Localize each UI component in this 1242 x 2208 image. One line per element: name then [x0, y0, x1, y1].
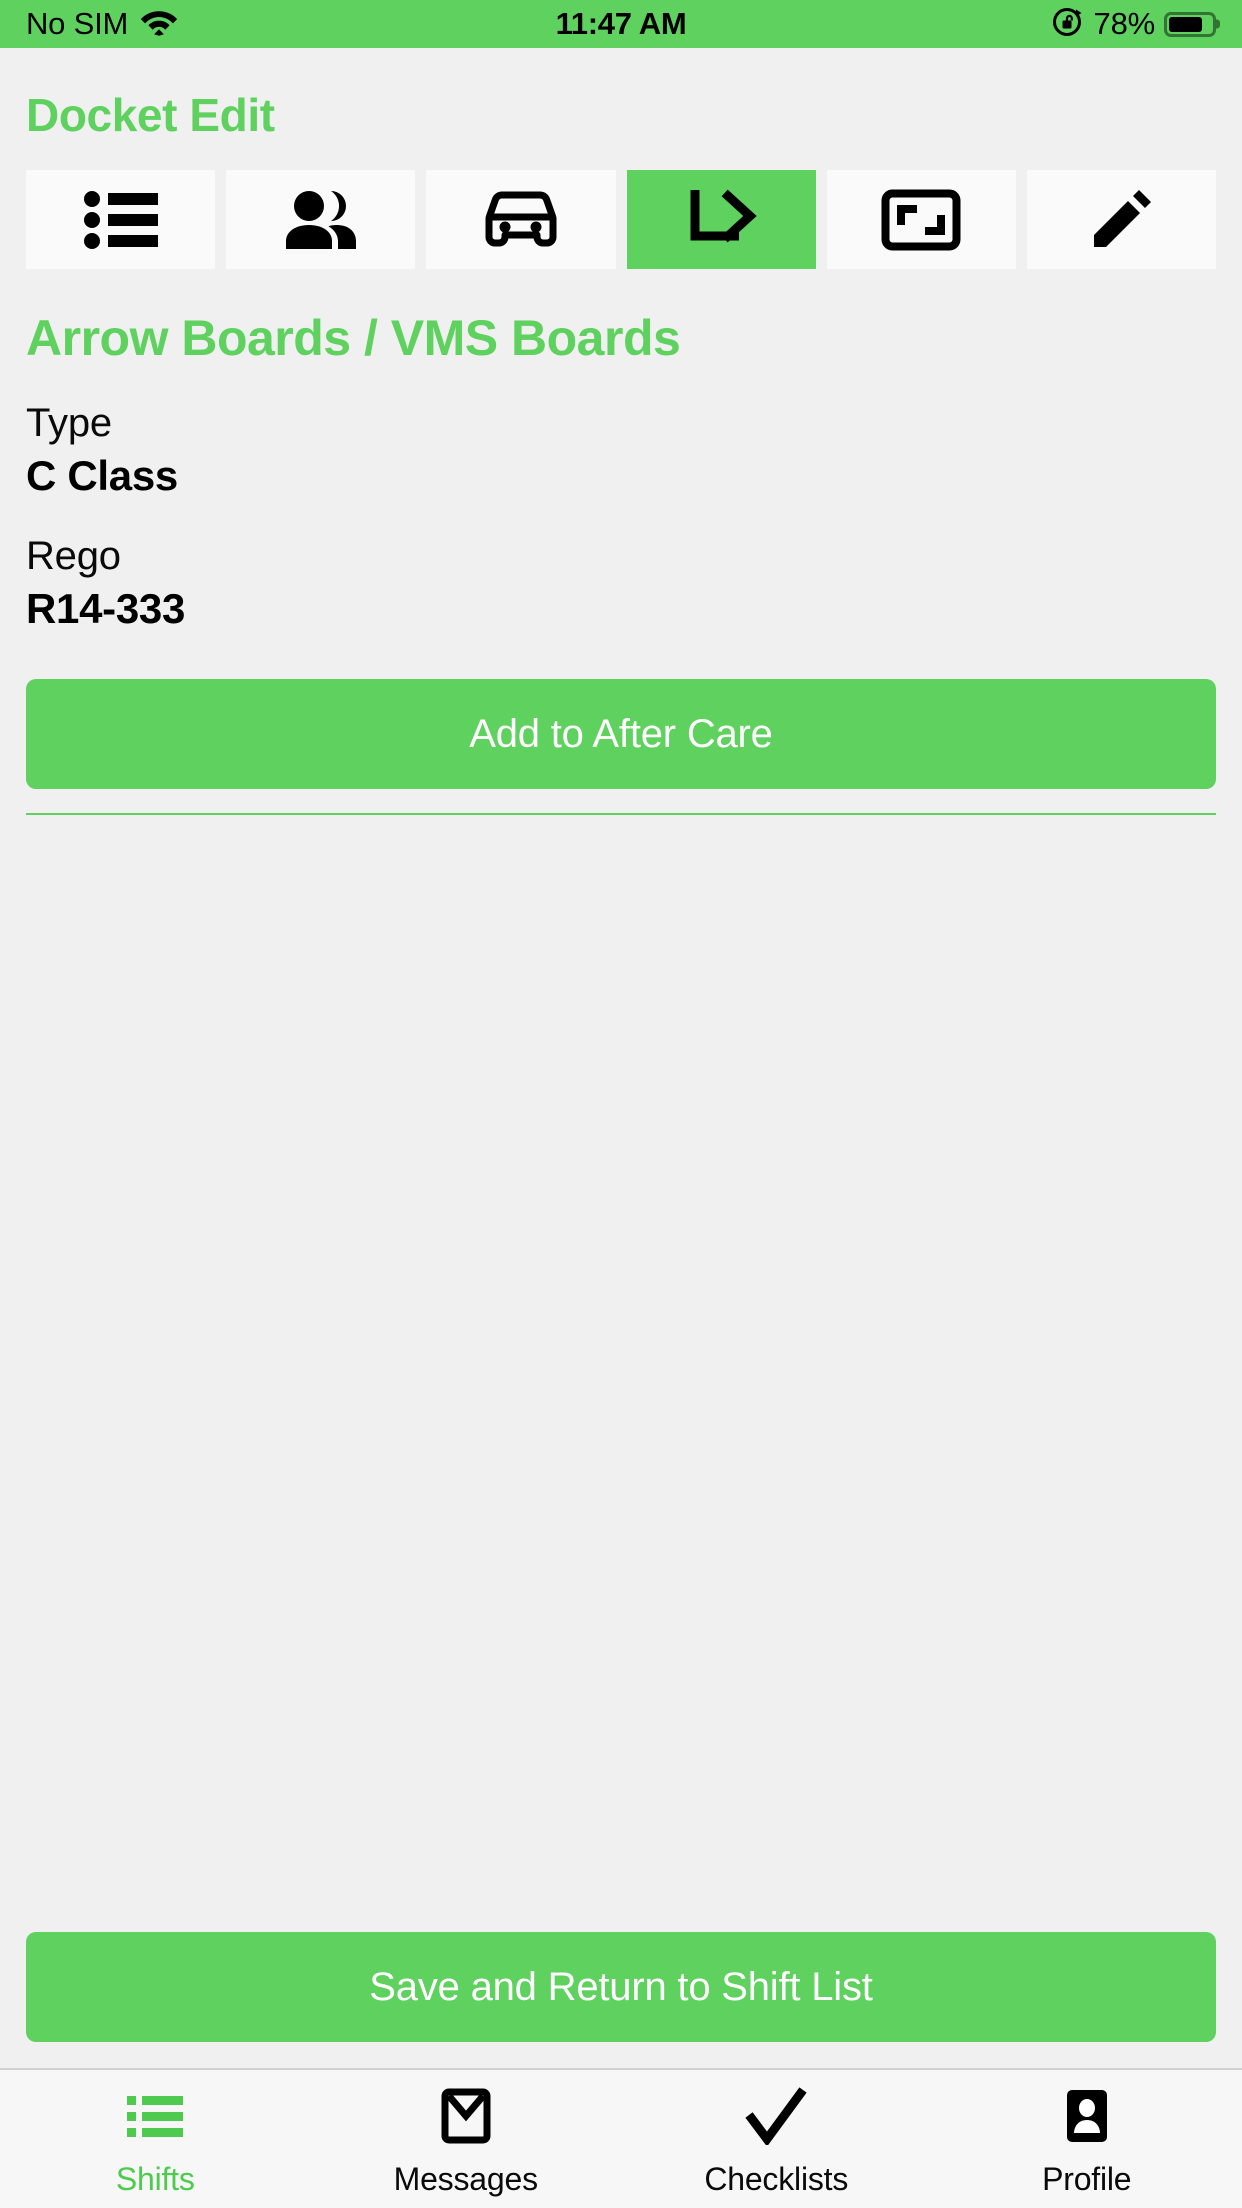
nav-label: Messages	[393, 2160, 538, 2197]
battery-fill	[1169, 16, 1202, 32]
app-screen: No SIM 11:47 AM 78% Docket Edit Arrow Bo…	[0, 0, 1242, 2208]
battery-percent-label: 78%	[1093, 6, 1156, 41]
status-bar-left: No SIM	[26, 6, 178, 42]
turn-right-arrow-icon	[685, 186, 757, 254]
section-title: Arrow Boards / VMS Boards	[26, 310, 681, 366]
field-value: R14-333	[26, 585, 186, 632]
page-title: Docket Edit	[26, 89, 275, 141]
nav-label: Checklists	[704, 2160, 849, 2197]
people-icon	[281, 190, 361, 250]
nav-label: Shifts	[115, 2160, 195, 2197]
tab-vehicles[interactable]	[426, 170, 616, 269]
nav-item-profile[interactable]: Profile	[932, 2070, 1242, 2208]
tab-crew[interactable]	[226, 170, 416, 269]
nav-item-checklists[interactable]: Checklists	[621, 2070, 932, 2208]
clock-label: 11:47 AM	[555, 6, 687, 41]
nav-item-messages[interactable]: Messages	[311, 2070, 622, 2208]
save-and-return-button[interactable]: Save and Return to Shift List	[26, 1932, 1216, 2042]
board-frame-icon	[881, 189, 961, 251]
nav-label: Profile	[1042, 2160, 1132, 2197]
docket-section-tabs	[26, 170, 1217, 269]
tab-notes[interactable]	[1026, 170, 1217, 269]
main-content: Arrow Boards / VMS Boards Type C Class R…	[0, 269, 1242, 815]
field-label: Rego	[26, 534, 121, 578]
field-type: Type C Class	[26, 401, 1216, 500]
status-bar: No SIM 11:47 AM 78%	[0, 0, 1242, 48]
envelope-icon	[441, 2087, 491, 2145]
checkmark-icon	[745, 2086, 807, 2145]
field-value: C Class	[26, 452, 178, 499]
pencil-icon	[1088, 187, 1154, 253]
field-rego: Rego R14-333	[26, 534, 1216, 633]
tab-signs[interactable]	[826, 170, 1016, 269]
save-button-container: Save and Return to Shift List	[0, 1932, 1242, 2068]
car-icon	[484, 189, 558, 251]
list-lines-icon	[127, 2087, 184, 2145]
bottom-navigation: Shifts Messages Checklists Profile	[0, 2068, 1242, 2208]
nav-item-shifts[interactable]: Shifts	[0, 2070, 311, 2208]
battery-icon	[1164, 11, 1216, 37]
carrier-label: No SIM	[26, 6, 129, 41]
status-bar-right: 78%	[1052, 5, 1216, 43]
contact-card-icon	[1065, 2087, 1109, 2145]
tab-list[interactable]	[26, 170, 216, 269]
list-bullet-icon	[83, 190, 158, 250]
wifi-icon	[140, 8, 178, 41]
tab-arrowboards[interactable]	[626, 170, 816, 269]
field-label: Type	[26, 401, 112, 445]
add-to-after-care-button[interactable]: Add to After Care	[26, 679, 1216, 789]
rotation-lock-icon	[1052, 5, 1085, 43]
